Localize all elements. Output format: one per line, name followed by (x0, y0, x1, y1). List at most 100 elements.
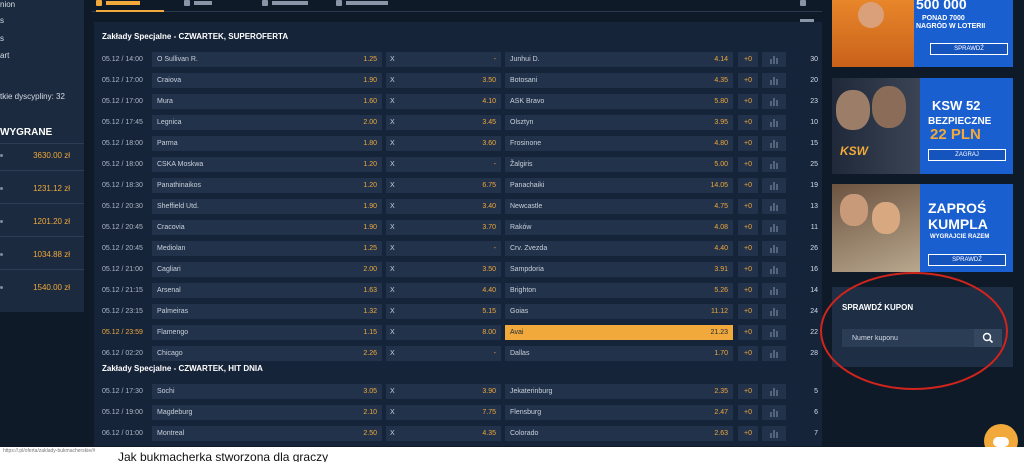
away-odd-button[interactable]: Botosani 4.35 (505, 73, 733, 88)
home-odd-button[interactable]: O Sullivan R. 1.25 (152, 52, 382, 67)
stats-button[interactable] (762, 199, 786, 214)
more-bets-button[interactable]: +0 (738, 241, 758, 256)
tab-special-bets[interactable] (96, 0, 164, 12)
away-odd-button[interactable]: Newcastle 4.75 (505, 199, 733, 214)
draw-odd-button[interactable]: X- (386, 346, 501, 361)
more-bets-button[interactable]: +0 (738, 426, 758, 441)
more-bets-button[interactable]: +0 (738, 262, 758, 277)
draw-odd-button[interactable]: X 6.75 (386, 178, 501, 193)
home-odd-button[interactable]: Parma 1.80 (152, 136, 382, 151)
more-bets-button[interactable]: +0 (738, 94, 758, 109)
draw-odd-button[interactable]: X 3.70 (386, 220, 501, 235)
draw-odd-button[interactable]: X 3.45 (386, 115, 501, 130)
stats-button[interactable] (762, 304, 786, 319)
stats-button[interactable] (762, 73, 786, 88)
away-odd-button[interactable]: Jekaterinburg 2.35 (505, 384, 733, 399)
stats-button[interactable] (762, 262, 786, 277)
home-odd-button[interactable]: Legnica 2.00 (152, 115, 382, 130)
home-odd-button[interactable]: Palmeiras 1.32 (152, 304, 382, 319)
draw-odd-button[interactable]: X 8.00 (386, 325, 501, 340)
more-bets-button[interactable]: +0 (738, 220, 758, 235)
draw-odd-button[interactable]: X 3.60 (386, 136, 501, 151)
home-odd-button[interactable]: Flamengo 1.15 (152, 325, 382, 340)
draw-odd-button[interactable]: X 7.75 (386, 405, 501, 420)
away-odd-button[interactable]: Panachaiki 14.05 (505, 178, 733, 193)
home-odd-button[interactable]: Cagliari 2.00 (152, 262, 382, 277)
tab-results[interactable] (336, 0, 388, 12)
draw-odd-button[interactable]: X 3.50 (386, 73, 501, 88)
away-odd-button[interactable]: Sampdoria 3.91 (505, 262, 733, 277)
home-odd-button[interactable]: Sheffield Utd. 1.90 (152, 199, 382, 214)
stats-button[interactable] (762, 384, 786, 399)
more-bets-button[interactable]: +0 (738, 405, 758, 420)
lottery-banner[interactable]: 500 000 PONAD 7000 NAGRÓD W LOTERII SPRA… (832, 0, 1013, 67)
stats-button[interactable] (762, 94, 786, 109)
home-odd-button[interactable]: Magdeburg 2.10 (152, 405, 382, 420)
away-odd-button[interactable]: Flensburg 2.47 (505, 405, 733, 420)
stats-button[interactable] (762, 241, 786, 256)
sidebar-nav-item[interactable]: nion (0, 0, 15, 9)
away-odd-button[interactable]: Žalgiris 5.00 (505, 157, 733, 172)
draw-odd-button[interactable]: X 4.10 (386, 94, 501, 109)
away-odd-button[interactable]: Junhui D. 4.14 (505, 52, 733, 67)
away-odd-button[interactable]: Colorado 2.63 (505, 426, 733, 441)
more-bets-button[interactable]: +0 (738, 325, 758, 340)
more-bets-button[interactable]: +0 (738, 346, 758, 361)
home-odd-button[interactable]: Chicago 2.26 (152, 346, 382, 361)
away-odd-button[interactable]: Frosinone 4.80 (505, 136, 733, 151)
stats-button[interactable] (762, 178, 786, 193)
draw-odd-button[interactable]: X 4.35 (386, 426, 501, 441)
stats-button[interactable] (762, 346, 786, 361)
more-bets-button[interactable]: +0 (738, 199, 758, 214)
away-odd-button[interactable]: Dallas 1.70 (505, 346, 733, 361)
away-odd-button[interactable]: Brighton 5.26 (505, 283, 733, 298)
sidebar-nav-item[interactable]: s (0, 16, 4, 25)
stats-button[interactable] (762, 283, 786, 298)
stats-button[interactable] (762, 405, 786, 420)
more-bets-button[interactable]: +0 (738, 52, 758, 67)
more-bets-button[interactable]: +0 (738, 157, 758, 172)
draw-odd-button[interactable]: X 3.40 (386, 199, 501, 214)
sidebar-nav-item[interactable]: art (0, 51, 9, 60)
draw-odd-button[interactable]: X 3.50 (386, 262, 501, 277)
more-bets-button[interactable]: +0 (738, 115, 758, 130)
draw-odd-button[interactable]: X- (386, 52, 501, 67)
away-odd-button[interactable]: Crv. Zvezda 4.40 (505, 241, 733, 256)
away-odd-button[interactable]: Goias 11.12 (505, 304, 733, 319)
stats-button[interactable] (762, 157, 786, 172)
away-odd-button[interactable]: Avai 21.23 (505, 325, 733, 340)
more-bets-button[interactable]: +0 (738, 73, 758, 88)
more-bets-button[interactable]: +0 (738, 136, 758, 151)
tab-top[interactable] (184, 0, 212, 12)
home-odd-button[interactable]: Mediolan 1.25 (152, 241, 382, 256)
stats-button[interactable] (762, 426, 786, 441)
more-bets-button[interactable]: +0 (738, 304, 758, 319)
all-disciplines-link[interactable]: tkie dyscypliny: 32 (0, 92, 65, 101)
tab-settings[interactable] (800, 0, 822, 23)
more-bets-button[interactable]: +0 (738, 283, 758, 298)
draw-odd-button[interactable]: X- (386, 241, 501, 256)
lottery-check-button[interactable]: SPRAWDŹ (930, 43, 1008, 55)
tab-live[interactable] (262, 0, 308, 12)
home-odd-button[interactable]: Cracovia 1.90 (152, 220, 382, 235)
home-odd-button[interactable]: Arsenal 1.63 (152, 283, 382, 298)
draw-odd-button[interactable]: X 5.15 (386, 304, 501, 319)
away-odd-button[interactable]: ASK Bravo 5.80 (505, 94, 733, 109)
home-odd-button[interactable]: Panathinaikos 1.20 (152, 178, 382, 193)
stats-button[interactable] (762, 115, 786, 130)
more-bets-button[interactable]: +0 (738, 384, 758, 399)
home-odd-button[interactable]: CSKA Moskwa 1.20 (152, 157, 382, 172)
invite-check-button[interactable]: SPRAWDŹ (928, 254, 1006, 266)
home-odd-button[interactable]: Mura 1.60 (152, 94, 382, 109)
stats-button[interactable] (762, 136, 786, 151)
sidebar-nav-item[interactable]: s (0, 34, 4, 43)
stats-button[interactable] (762, 325, 786, 340)
draw-odd-button[interactable]: X 3.90 (386, 384, 501, 399)
ksw-play-button[interactable]: ZAGRAJ (928, 149, 1006, 161)
invite-friend-banner[interactable]: ZAPROŚ KUMPLA WYGRAJCIE RAZEM SPRAWDŹ (832, 184, 1013, 272)
draw-odd-button[interactable]: X- (386, 157, 501, 172)
more-bets-button[interactable]: +0 (738, 178, 758, 193)
away-odd-button[interactable]: Olsztyn 3.95 (505, 115, 733, 130)
ksw-banner[interactable]: KSW KSW 52 BEZPIECZNE 22 PLN ZAGRAJ (832, 78, 1013, 174)
home-odd-button[interactable]: Montreal 2.50 (152, 426, 382, 441)
